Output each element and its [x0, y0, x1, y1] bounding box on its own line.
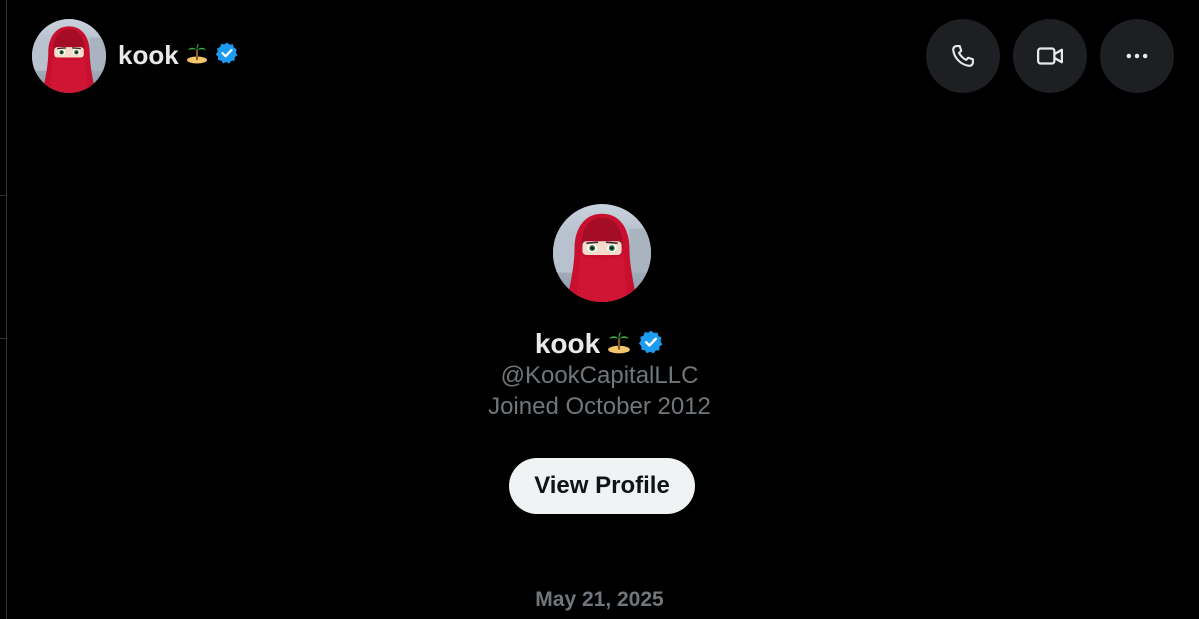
phone-icon: [952, 45, 974, 67]
view-profile-button[interactable]: View Profile: [509, 458, 695, 514]
profile-name: kook: [534, 328, 601, 359]
profile-name-row: kook: [0, 326, 1199, 362]
island-emoji-icon: [606, 329, 632, 360]
profile-joined-date: Joined October 2012: [488, 393, 711, 420]
profile-avatar[interactable]: [553, 204, 651, 302]
more-options-button[interactable]: [1100, 19, 1174, 93]
verified-badge-icon: [638, 329, 664, 360]
video-camera-icon: [1037, 47, 1063, 65]
header-name: kook: [118, 39, 179, 70]
more-horizontal-icon: [1126, 53, 1148, 59]
message-date-divider: May 21, 2025: [535, 588, 664, 611]
profile-avatar-image: [553, 204, 651, 302]
header-avatar[interactable]: [32, 19, 106, 93]
dm-conversation-page: kook kook @KookCapitalLLC Joined October…: [0, 0, 1199, 619]
call-button[interactable]: [926, 19, 1000, 93]
island-emoji-icon: [185, 41, 209, 70]
conversation-header: kook: [0, 0, 1199, 112]
header-title[interactable]: kook: [118, 38, 239, 72]
verified-badge-icon: [215, 41, 239, 70]
avatar-image: [32, 19, 106, 93]
video-call-button[interactable]: [1013, 19, 1087, 93]
profile-handle: @KookCapitalLLC: [500, 362, 699, 389]
